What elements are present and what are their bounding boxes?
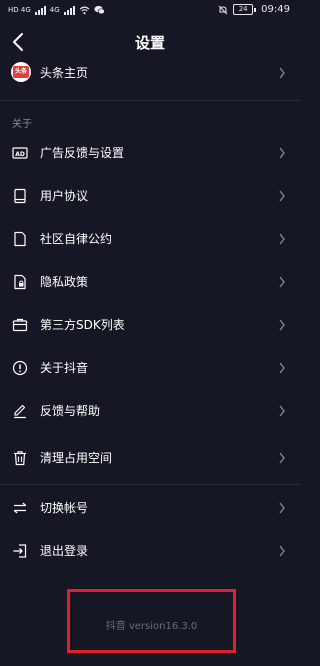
version-highlight-box: 抖音 version16.3.0 [67, 589, 236, 653]
menu-item-label: 隐私政策 [40, 275, 89, 289]
menu-item-privacy-policy[interactable]: 隐私政策 [0, 262, 300, 302]
pencil-icon [14, 404, 26, 419]
wechat-icon [94, 5, 105, 15]
logout-row[interactable]: 退出登录 [0, 531, 300, 571]
toutiao-logo-text: 头条 [13, 66, 29, 78]
menu-item-label: 关于抖音 [40, 361, 89, 375]
toutiao-homepage-label: 头条主页 [40, 66, 89, 80]
status-time: 09:49 [261, 4, 290, 15]
chevron-right-icon [279, 190, 285, 202]
book-icon [14, 188, 26, 204]
divider [0, 100, 300, 101]
bell-muted-icon [218, 5, 228, 14]
page-title: 设置 [134, 34, 165, 52]
menu-item-label: 第三方SDK列表 [40, 318, 125, 332]
menu-item-label: 清理占用空间 [40, 451, 113, 465]
menu-item-clear-storage[interactable]: 清理占用空间 [0, 438, 300, 478]
battery-level: 24 [233, 4, 254, 15]
menu-item-third-party-sdk[interactable]: 第三方SDK列表 [0, 305, 300, 345]
toutiao-homepage-row[interactable]: 头条 头条主页 [0, 53, 300, 93]
menu-item-label: 广告反馈与设置 [40, 146, 125, 160]
menu-item-feedback-help[interactable]: 反馈与帮助 [0, 391, 300, 431]
ad-icon: AD [12, 147, 28, 159]
switch-account-row[interactable]: 切换帐号 [0, 488, 300, 528]
section-label-about: 关于 [12, 119, 32, 130]
trash-icon [14, 451, 26, 466]
privacy-lock-icon [14, 274, 26, 290]
signal-label-1: HD 4G [8, 6, 31, 14]
menu-item-label: 社区自律公约 [40, 232, 113, 246]
logout-icon [13, 544, 27, 558]
menu-item-user-agreement[interactable]: 用户协议 [0, 176, 300, 216]
toutiao-avatar: 头条 [11, 62, 31, 82]
chevron-right-icon [279, 147, 285, 159]
chevron-right-icon [279, 502, 285, 514]
menu-item-about-douyin[interactable]: 关于抖音 [0, 348, 300, 388]
chevron-right-icon [279, 276, 285, 288]
wifi-icon [79, 6, 90, 14]
switch-arrows-icon [13, 502, 27, 514]
status-bar: HD 4G 4G 24 09:49 [0, 0, 300, 22]
chevron-right-icon [279, 362, 285, 374]
signal-bars-2-icon [63, 5, 75, 15]
chevron-right-icon [279, 452, 285, 464]
info-icon [12, 360, 28, 376]
chevron-right-icon [279, 319, 285, 331]
menu-item-label: 用户协议 [40, 189, 89, 203]
divider [0, 484, 300, 485]
box-icon [12, 318, 28, 332]
status-right: 24 09:49 [218, 4, 290, 15]
menu-item-community-rules[interactable]: 社区自律公约 [0, 219, 300, 259]
chevron-right-icon [279, 67, 285, 79]
menu-item-label: 反馈与帮助 [40, 404, 101, 418]
logout-label: 退出登录 [40, 544, 89, 558]
svg-text:AD: AD [15, 151, 25, 158]
signal-label-2: 4G [49, 6, 60, 14]
battery-icon: 24 [233, 4, 257, 15]
menu-item-ad-feedback[interactable]: AD 广告反馈与设置 [0, 133, 300, 173]
version-text: 抖音 version16.3.0 [105, 621, 198, 632]
switch-account-label: 切换帐号 [40, 501, 89, 515]
signal-bars-icon [34, 5, 46, 15]
chevron-right-icon [279, 233, 285, 245]
status-left: HD 4G 4G [8, 5, 105, 15]
chevron-right-icon [279, 405, 285, 417]
document-icon [14, 231, 26, 247]
chevron-right-icon [279, 545, 285, 557]
